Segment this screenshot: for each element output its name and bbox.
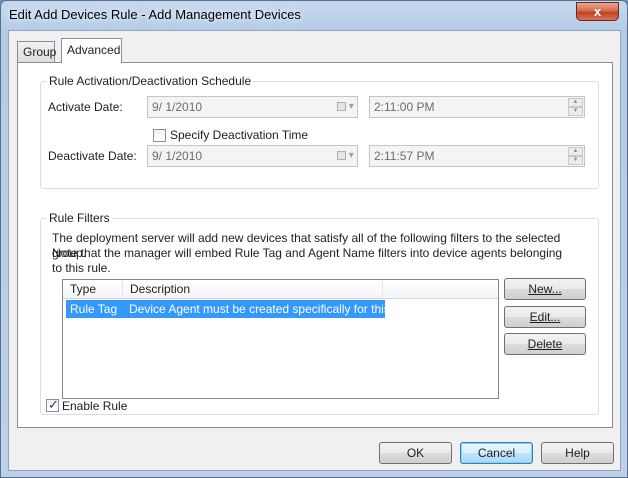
activate-date-value: 9/ 1/2010: [152, 100, 203, 114]
edit-filter-button[interactable]: Edit...: [504, 306, 586, 328]
tab-group-label: Group: [23, 45, 57, 59]
edit-filter-label: Edit...: [529, 310, 561, 324]
enable-rule-label: Enable Rule: [62, 399, 128, 413]
help-label: Help: [565, 446, 590, 460]
window-title: Edit Add Devices Rule - Add Management D…: [9, 7, 301, 22]
calendar-dropdown-icon[interactable]: ▾: [337, 99, 355, 115]
row-description-cell: Device Agent must be created specificall…: [129, 302, 400, 316]
deactivate-time-picker[interactable]: 2:11:57 PM ▲ ▼: [369, 145, 585, 167]
tab-group[interactable]: Group: [17, 41, 57, 62]
activate-time-spinner[interactable]: ▲ ▼: [568, 98, 583, 116]
table-row[interactable]: Rule Tag Device Agent must be created sp…: [66, 300, 400, 318]
ok-label: OK: [406, 446, 425, 460]
activate-date-picker[interactable]: 9/ 1/2010 ▾: [147, 96, 358, 118]
delete-filter-label: Delete: [527, 337, 563, 351]
cancel-label: Cancel: [477, 446, 516, 460]
enable-rule-checkbox[interactable]: [46, 397, 59, 413]
close-button[interactable]: x: [576, 2, 619, 21]
spin-up-icon[interactable]: ▲: [568, 147, 583, 156]
calendar-dropdown-icon[interactable]: ▾: [337, 148, 355, 164]
specify-deactivation-checkbox[interactable]: [153, 129, 166, 142]
deactivate-date-label: Deactivate Date:: [48, 149, 137, 163]
schedule-legend: Rule Activation/Deactivation Schedule: [47, 74, 254, 88]
dialog-window: Edit Add Devices Rule - Add Management D…: [0, 0, 628, 478]
spin-down-icon[interactable]: ▼: [568, 107, 583, 116]
deactivate-time-value: 2:11:57 PM: [374, 149, 435, 163]
deactivate-date-value: 9/ 1/2010: [152, 149, 203, 163]
dialog-client-area: Group Advanced Rule Activation/Deactivat…: [8, 30, 621, 471]
filters-legend: Rule Filters: [47, 211, 112, 225]
tab-advanced-label: Advanced: [67, 43, 121, 57]
activate-time-picker[interactable]: 2:11:00 PM ▲ ▼: [369, 96, 585, 118]
new-filter-button[interactable]: New...: [504, 278, 586, 300]
cancel-button[interactable]: Cancel: [460, 442, 533, 464]
new-filter-label: New...: [528, 282, 562, 296]
close-icon: x: [593, 4, 602, 19]
spin-down-icon[interactable]: ▼: [568, 156, 583, 165]
column-header-type[interactable]: Type: [63, 280, 123, 299]
deactivate-time-spinner[interactable]: ▲ ▼: [568, 147, 583, 165]
filters-list[interactable]: Type Description Rule Tag Device Agent m…: [62, 279, 499, 399]
ok-button[interactable]: OK: [379, 442, 452, 464]
list-header: Type Description: [63, 280, 498, 299]
row-type-cell: Rule Tag: [70, 302, 118, 316]
help-button[interactable]: Help: [541, 442, 614, 464]
tab-advanced[interactable]: Advanced: [61, 38, 122, 63]
specify-deactivation-label: Specify Deactivation Time: [170, 128, 309, 142]
advanced-tab-panel: Rule Activation/Deactivation Schedule Ac…: [17, 62, 613, 428]
activate-date-label: Activate Date:: [48, 100, 123, 114]
column-header-description[interactable]: Description: [123, 280, 383, 299]
delete-filter-button[interactable]: Delete: [504, 333, 586, 355]
spin-up-icon[interactable]: ▲: [568, 98, 583, 107]
title-bar[interactable]: Edit Add Devices Rule - Add Management D…: [1, 1, 627, 31]
filters-description-2: Note that the manager will embed Rule Ta…: [52, 246, 563, 275]
activate-time-value: 2:11:00 PM: [374, 100, 435, 114]
deactivate-date-picker[interactable]: 9/ 1/2010 ▾: [147, 145, 358, 167]
